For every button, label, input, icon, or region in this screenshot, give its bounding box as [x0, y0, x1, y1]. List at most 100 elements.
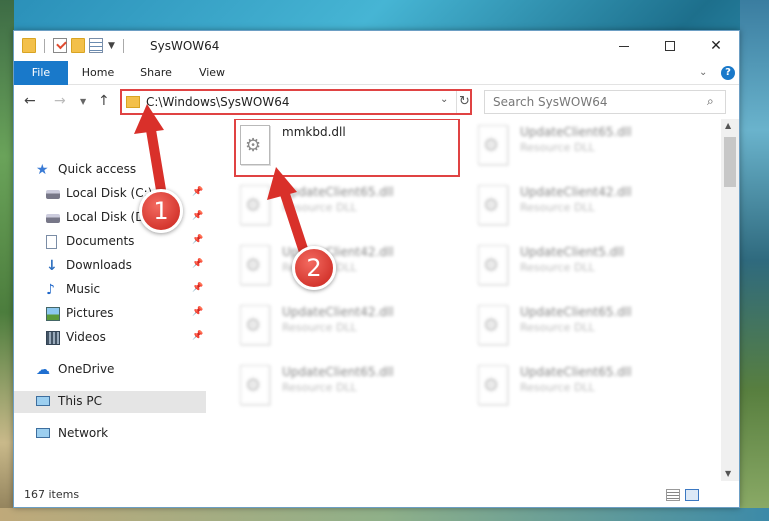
pin-icon[interactable]: 📌: [192, 211, 203, 221]
file-name: UpdateClient65.dll: [520, 305, 632, 319]
star-icon: ★: [36, 162, 49, 178]
file-item[interactable]: UpdateClient42.dll Resource DLL: [236, 301, 456, 357]
dll-file-icon: [478, 245, 508, 285]
sidebar-item-quick-access[interactable]: ★ Quick access: [14, 159, 206, 181]
file-item[interactable]: UpdateClient65.dll Resource DLL: [236, 361, 456, 417]
file-item[interactable]: UpdateClient65.dll Resource DLL: [474, 121, 694, 177]
tab-file[interactable]: File: [14, 61, 68, 85]
file-description: Resource DLL: [520, 261, 595, 274]
search-box[interactable]: Search SysWOW64 ⌕: [484, 90, 726, 114]
network-icon: [36, 428, 50, 438]
file-description: Resource DLL: [520, 201, 595, 214]
pin-icon[interactable]: 📌: [192, 331, 203, 341]
title-bar[interactable]: ▼ SysWOW64 ✕: [14, 31, 739, 61]
tab-share[interactable]: Share: [134, 61, 178, 85]
pin-icon[interactable]: 📌: [192, 259, 203, 269]
sidebar-item-music[interactable]: ♪ Music 📌: [14, 279, 206, 301]
file-explorer-window: ▼ SysWOW64 ✕ File Home Share View ⌄ ? ← …: [13, 30, 740, 508]
tab-home[interactable]: Home: [76, 61, 120, 85]
new-folder-icon[interactable]: [71, 38, 85, 53]
vertical-scrollbar[interactable]: ▲ ▼: [721, 119, 739, 481]
file-item[interactable]: UpdateClient65.dll Resource DLL: [474, 361, 694, 417]
pin-icon[interactable]: 📌: [192, 307, 203, 317]
file-name: UpdateClient5.dll: [520, 245, 624, 259]
close-button[interactable]: ✕: [693, 31, 739, 61]
desktop-wallpaper-bottom: [0, 508, 769, 521]
file-item[interactable]: UpdateClient65.dll Resource DLL: [474, 301, 694, 357]
maximize-icon: [665, 41, 675, 51]
tab-view[interactable]: View: [190, 61, 234, 85]
file-item[interactable]: UpdateClient65.dll Resource DLL: [236, 181, 456, 237]
file-item[interactable]: UpdateClient42.dll Resource DLL: [474, 181, 694, 237]
navigation-bar: ← → ▼ ↑ C:\Windows\SysWOW64 ⌄ ↻ Search S…: [14, 85, 739, 119]
sidebar-item-label: Quick access: [58, 162, 137, 176]
address-path[interactable]: C:\Windows\SysWOW64: [146, 95, 290, 109]
customize-toolbar-chevron-icon[interactable]: ▼: [108, 41, 115, 51]
sidebar-item-downloads[interactable]: ↓ Downloads 📌: [14, 255, 206, 277]
sidebar-item-label: Documents: [66, 234, 135, 248]
file-description: Resource DLL: [520, 321, 595, 334]
properties-check-icon[interactable]: [53, 38, 67, 53]
step-badge-2: 2: [292, 246, 336, 290]
navigation-pane: ★ Quick access Local Disk (C:) 📌 Local D…: [14, 119, 206, 481]
sidebar-item-onedrive[interactable]: ☁ OneDrive: [14, 359, 206, 381]
videos-icon: [46, 331, 60, 345]
help-icon[interactable]: ?: [721, 66, 735, 80]
details-view-icon[interactable]: [666, 489, 680, 501]
sidebar-item-label: Videos: [66, 330, 106, 344]
sidebar-item-network[interactable]: Network: [14, 423, 206, 445]
file-item[interactable]: UpdateClient5.dll Resource DLL: [474, 241, 694, 297]
file-description: Resource DLL: [282, 201, 357, 214]
sidebar-item-label: Network: [58, 426, 109, 440]
folder-icon: [126, 96, 140, 108]
maximize-button[interactable]: [647, 31, 693, 61]
file-name: UpdateClient42.dll: [282, 305, 394, 319]
large-icons-view-icon[interactable]: [685, 489, 699, 501]
sidebar-item-label: Music: [66, 282, 101, 296]
search-input[interactable]: Search SysWOW64: [493, 95, 607, 109]
recent-locations-chevron-icon[interactable]: ▼: [80, 97, 86, 106]
highlight-box: [234, 119, 460, 177]
document-icon: [46, 235, 57, 249]
status-bar: 167 items: [14, 483, 739, 507]
search-icon: ⌕: [707, 94, 714, 108]
dll-file-icon: [240, 365, 270, 405]
scroll-up-icon[interactable]: ▲: [725, 121, 731, 130]
pin-icon[interactable]: 📌: [192, 235, 203, 245]
minimize-icon: [619, 45, 629, 47]
folder-icon: [22, 38, 36, 53]
expand-ribbon-chevron-icon[interactable]: ⌄: [699, 67, 707, 78]
dll-file-icon: [240, 185, 270, 225]
refresh-icon[interactable]: ↻: [456, 91, 472, 113]
dll-file-icon: [240, 305, 270, 345]
file-name: UpdateClient65.dll: [282, 185, 394, 199]
cloud-icon: ☁: [36, 362, 50, 378]
file-name: UpdateClient65.dll: [520, 125, 632, 139]
address-bar[interactable]: C:\Windows\SysWOW64 ⌄ ↻: [120, 89, 472, 115]
window-title: SysWOW64: [150, 39, 220, 53]
scroll-down-icon[interactable]: ▼: [725, 469, 731, 478]
pin-icon[interactable]: 📌: [192, 187, 203, 197]
pin-icon[interactable]: 📌: [192, 283, 203, 293]
file-name: UpdateClient42.dll: [520, 185, 632, 199]
file-description: Resource DLL: [520, 381, 595, 394]
sidebar-item-this-pc[interactable]: This PC: [14, 391, 206, 413]
properties-icon[interactable]: [89, 38, 103, 53]
file-item[interactable]: UpdateClient42.dll Resource DLL: [236, 241, 456, 297]
sidebar-item-label: OneDrive: [58, 362, 115, 376]
sidebar-item-label: Local Disk (C:): [66, 186, 153, 200]
sidebar-item-documents[interactable]: Documents 📌: [14, 231, 206, 253]
sidebar-item-pictures[interactable]: Pictures 📌: [14, 303, 206, 325]
forward-arrow-icon[interactable]: →: [54, 93, 66, 109]
sidebar-item-videos[interactable]: Videos 📌: [14, 327, 206, 349]
scrollbar-thumb[interactable]: [724, 137, 736, 187]
toolbar-divider: [44, 38, 45, 53]
back-arrow-icon[interactable]: ←: [24, 93, 36, 109]
dll-file-icon: [240, 245, 270, 285]
toolbar-divider: [122, 38, 124, 53]
address-dropdown-chevron-icon[interactable]: ⌄: [440, 94, 448, 105]
minimize-button[interactable]: [601, 31, 647, 61]
up-arrow-icon[interactable]: ↑: [98, 93, 110, 109]
pictures-icon: [46, 307, 60, 321]
download-arrow-icon: ↓: [46, 258, 58, 274]
